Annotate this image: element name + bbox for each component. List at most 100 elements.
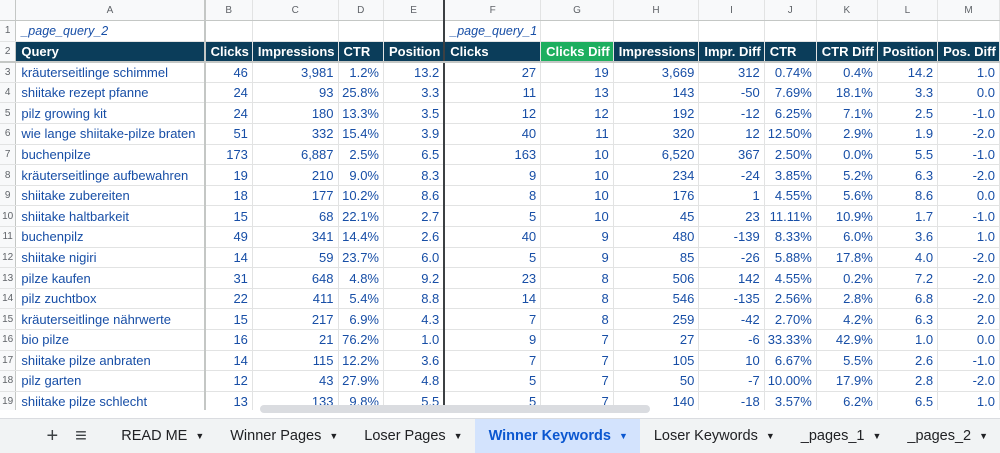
cell[interactable]: -135 (698, 288, 765, 310)
cell[interactable]: 546 (613, 288, 700, 310)
all-sheets-button[interactable]: ≡ (67, 419, 96, 453)
cell[interactable]: 10.9% (816, 205, 878, 228)
cell[interactable]: -2.0 (937, 164, 1000, 186)
cell[interactable]: bio pilze (15, 329, 206, 351)
cell[interactable]: 234 (613, 164, 700, 186)
cell[interactable]: shiitake pilze schlecht (15, 391, 206, 410)
cell[interactable]: 68 (252, 205, 339, 228)
cell[interactable]: 4.55% (764, 185, 817, 207)
row-number[interactable]: 10 (0, 205, 17, 228)
cell[interactable]: -1.0 (937, 144, 1000, 166)
cell[interactable]: 11 (443, 82, 542, 104)
cell[interactable]: 2.6 (877, 350, 939, 372)
cell[interactable]: 3.3 (383, 82, 445, 104)
cell[interactable]: 5.6% (816, 185, 878, 207)
cell[interactable]: 12 (204, 370, 253, 392)
cell[interactable] (698, 20, 765, 42)
sheet-tab-loser-pages[interactable]: Loser Pages ▼ (350, 419, 474, 453)
cell[interactable]: 27 (613, 329, 700, 351)
chevron-down-icon[interactable]: ▼ (454, 431, 463, 441)
column-header-c[interactable]: C (252, 0, 339, 22)
cell[interactable]: 2.5% (338, 144, 385, 166)
spreadsheet-grid[interactable]: A B C D E F G H I J K L M 1 _page_query_2 _page_query_1… (0, 0, 1000, 410)
row-number[interactable]: 17 (0, 350, 17, 372)
cell[interactable]: 332 (252, 123, 339, 145)
cell[interactable]: 4.2% (816, 308, 878, 330)
cell[interactable]: 341 (252, 226, 339, 248)
cell[interactable]: 2.6 (383, 226, 445, 248)
cell[interactable]: 7 (540, 370, 614, 392)
cell[interactable]: 14 (204, 350, 253, 372)
cell[interactable]: 6.0% (816, 226, 878, 248)
cell[interactable]: 9.2 (383, 267, 445, 289)
cell[interactable]: 7.69% (764, 82, 817, 104)
chevron-down-icon[interactable]: ▼ (766, 431, 775, 441)
header-cell[interactable]: CTR Diff (816, 41, 878, 63)
cell[interactable]: 115 (252, 350, 339, 372)
cell[interactable]: 3.6 (877, 226, 939, 248)
cell[interactable]: 23 (698, 205, 765, 228)
cell[interactable]: 10 (540, 164, 614, 186)
header-cell[interactable]: Clicks (204, 41, 253, 63)
cell[interactable]: 22.1% (338, 205, 385, 228)
header-cell[interactable]: Impressions (613, 41, 700, 63)
cell[interactable] (540, 20, 614, 42)
cell[interactable]: 19 (204, 164, 253, 186)
cell[interactable]: -2.0 (937, 288, 1000, 310)
chevron-down-icon[interactable]: ▼ (619, 431, 628, 441)
cell[interactable]: 59 (252, 247, 339, 269)
header-cell[interactable]: CTR (338, 41, 385, 63)
cell[interactable]: 2.5 (877, 102, 939, 125)
cell[interactable]: 10.2% (338, 185, 385, 207)
cell[interactable]: buchenpilze (15, 144, 206, 166)
cell[interactable]: -1.0 (937, 205, 1000, 228)
cell[interactable]: 23.7% (338, 247, 385, 269)
cell[interactable]: 1.9 (877, 123, 939, 145)
header-cell[interactable]: CTR (764, 41, 817, 63)
sheet-tab-pages-2[interactable]: _pages_2 ▼ (893, 419, 1000, 453)
cell[interactable]: -1.0 (937, 102, 1000, 125)
cell[interactable]: 17.8% (816, 247, 878, 269)
cell[interactable]: 24 (204, 102, 253, 125)
sheet-tab-pages-1[interactable]: _pages_1 ▼ (787, 419, 894, 453)
sheet-tab-winner-pages[interactable]: Winner Pages ▼ (216, 419, 350, 453)
cell[interactable]: pilz growing kit (15, 102, 206, 125)
column-header-k[interactable]: K (816, 0, 878, 22)
cell[interactable] (816, 20, 878, 42)
cell[interactable]: 17.9% (816, 370, 878, 392)
cell[interactable]: 1.0 (877, 329, 939, 351)
cell[interactable]: 10.00% (764, 370, 817, 392)
cell[interactable]: 367 (698, 144, 765, 166)
cell[interactable]: 4.3 (383, 308, 445, 330)
cell[interactable]: 3.85% (764, 164, 817, 186)
cell[interactable]: kräuterseitlinge aufbewahren (15, 164, 206, 186)
cell[interactable]: 8 (540, 267, 614, 289)
cell[interactable]: 8.33% (764, 226, 817, 248)
cell[interactable]: 9 (540, 247, 614, 269)
cell[interactable]: 24 (204, 82, 253, 104)
row-number[interactable]: 5 (0, 102, 17, 125)
chevron-down-icon[interactable]: ▼ (195, 431, 204, 441)
cell[interactable]: 163 (443, 144, 542, 166)
cell[interactable]: 0.74% (764, 61, 817, 83)
row-number[interactable]: 1 (0, 20, 17, 42)
cell[interactable]: 13.3% (338, 102, 385, 125)
row-number[interactable]: 3 (0, 61, 17, 83)
row-number[interactable]: 15 (0, 308, 17, 330)
cell[interactable]: buchenpilz (15, 226, 206, 248)
cell[interactable]: 180 (252, 102, 339, 125)
row-number[interactable]: 9 (0, 185, 17, 207)
cell[interactable]: shiitake nigiri (15, 247, 206, 269)
cell[interactable]: 143 (613, 82, 700, 104)
cell[interactable]: 2.70% (764, 308, 817, 330)
cell[interactable]: 49 (204, 226, 253, 248)
cell[interactable]: 14.4% (338, 226, 385, 248)
cell[interactable]: 192 (613, 102, 700, 125)
header-cell[interactable]: Clicks (443, 41, 542, 63)
cell[interactable]: -2.0 (937, 267, 1000, 289)
cell[interactable]: -26 (698, 247, 765, 269)
cell[interactable]: 0.2% (816, 267, 878, 289)
cell[interactable]: 210 (252, 164, 339, 186)
cell[interactable]: 6.2% (816, 391, 878, 410)
cell[interactable]: -7 (698, 370, 765, 392)
